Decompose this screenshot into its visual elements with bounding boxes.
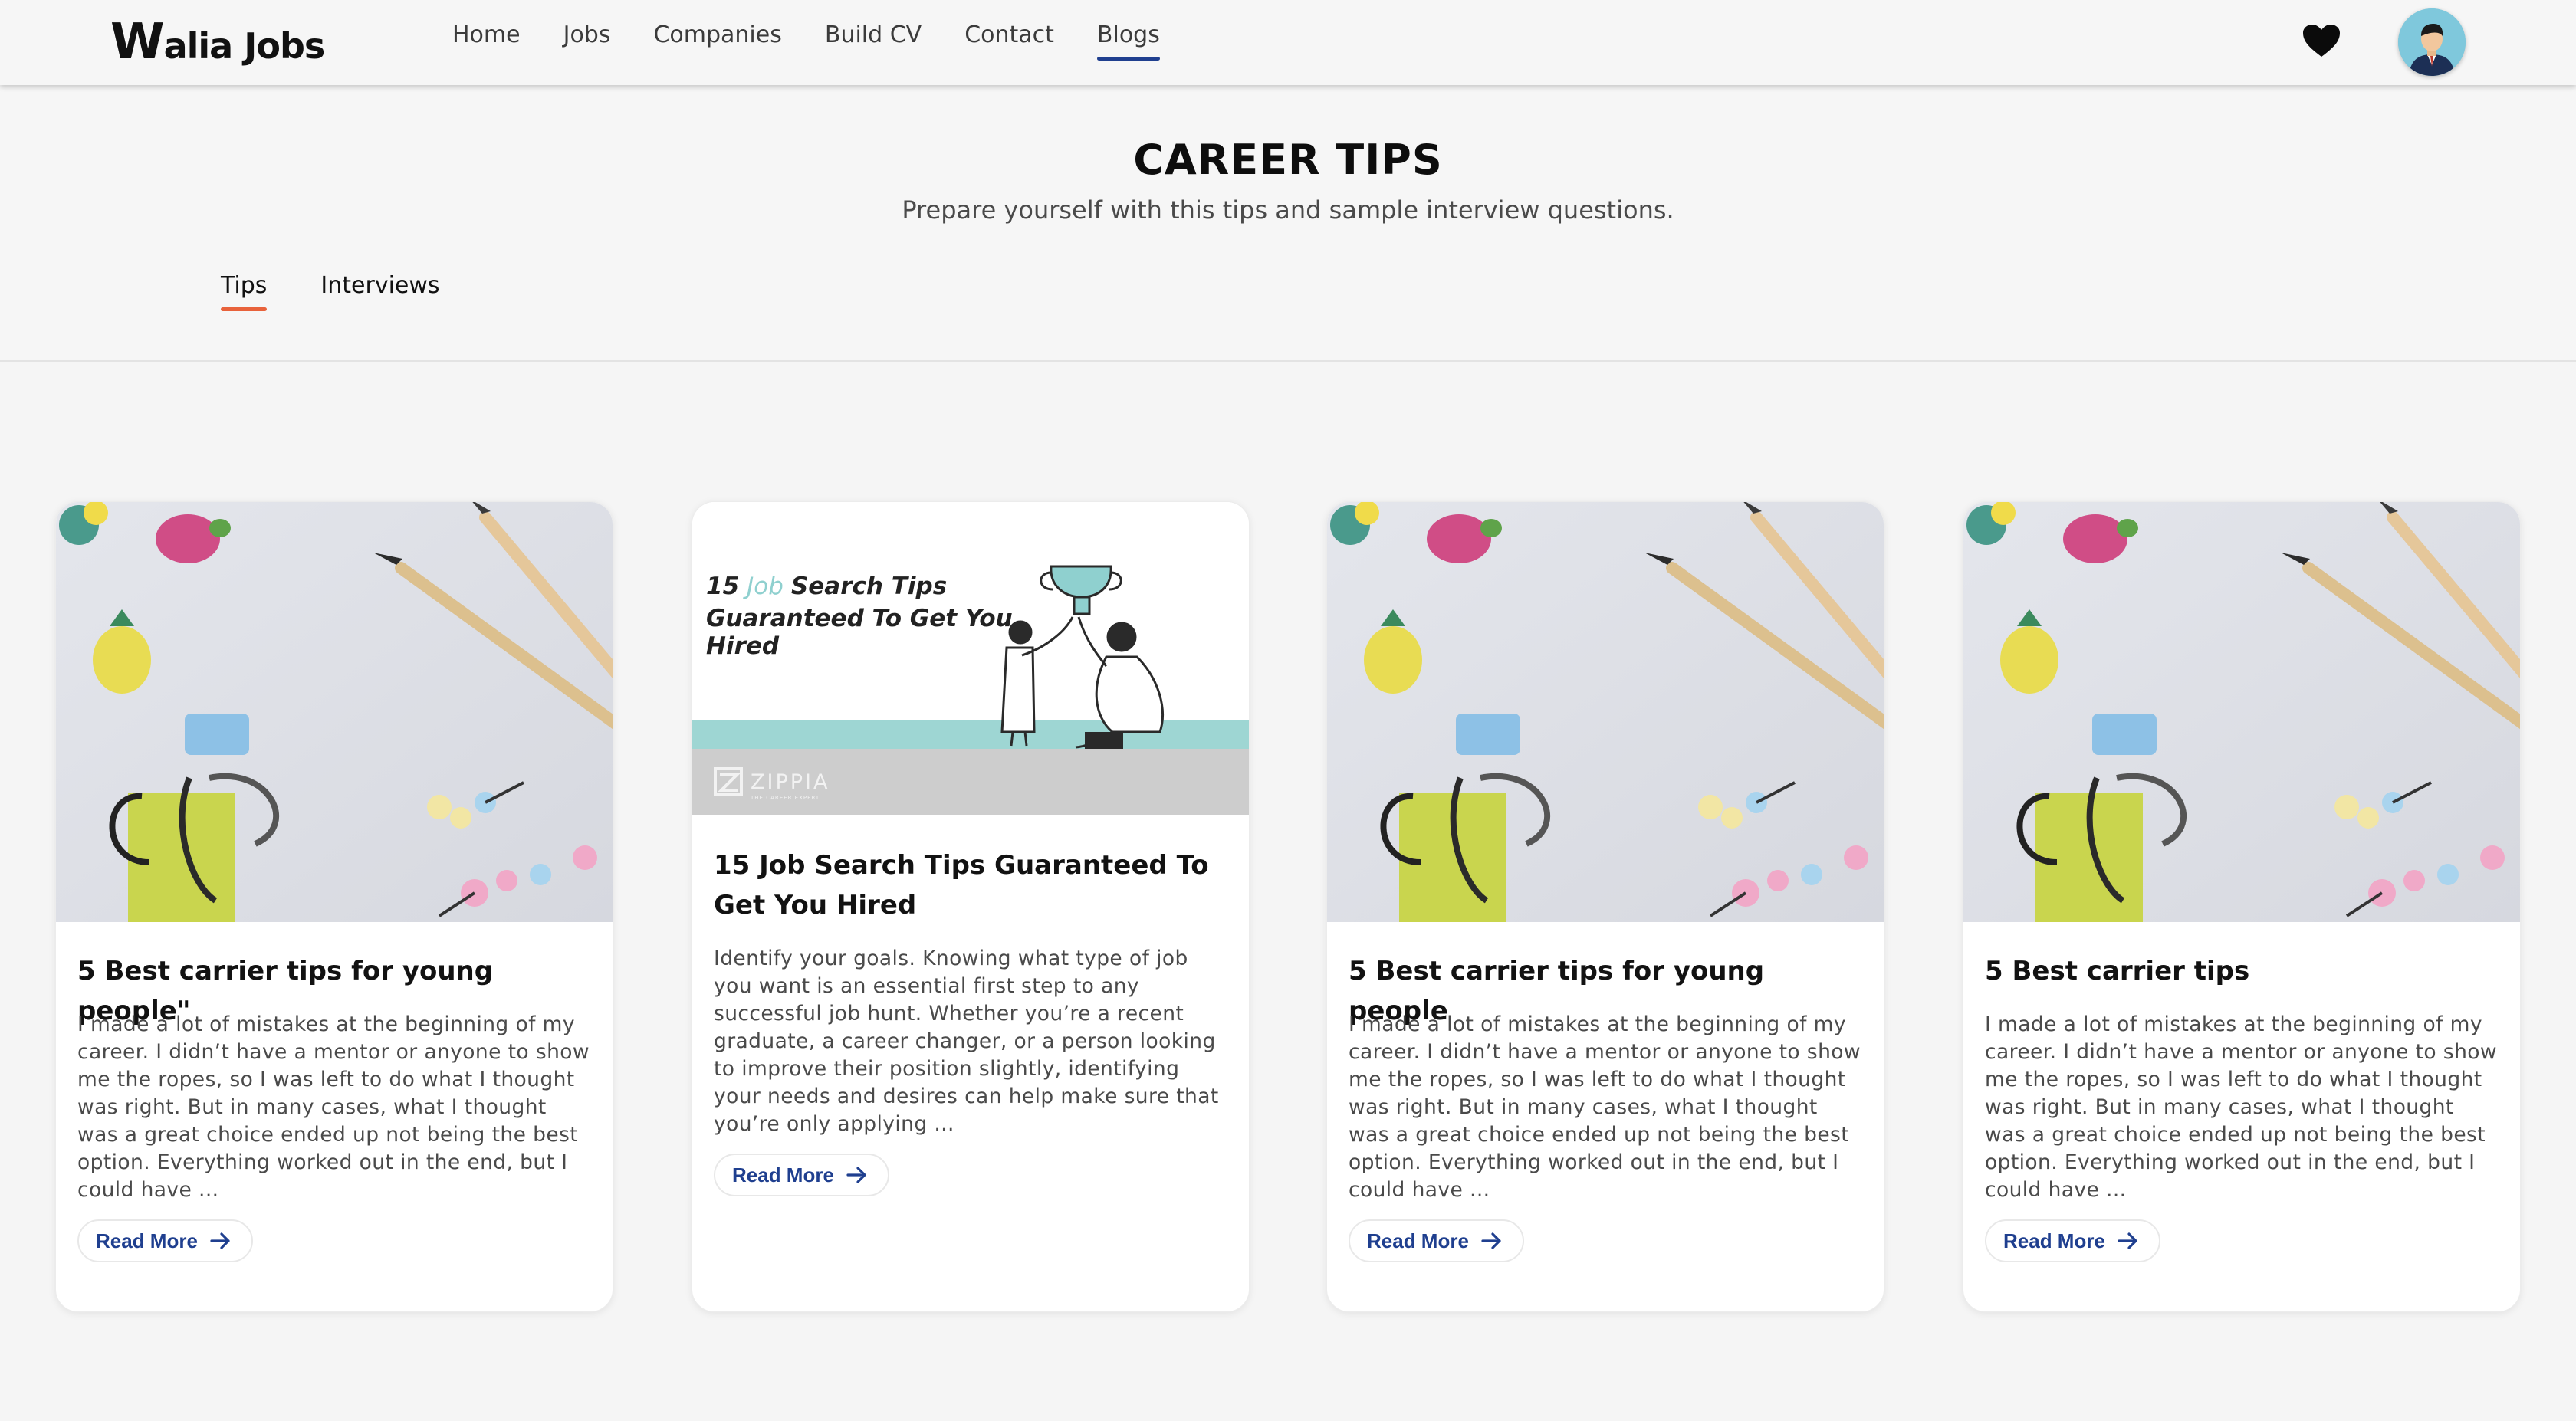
read-more-button[interactable]: Read More [77,1219,253,1262]
top-navbar: Walia Jobs Home Jobs Companies Build CV … [0,0,2576,85]
nav-blogs[interactable]: Blogs [1096,21,1160,61]
main-nav: Home Jobs Companies Build CV Contact Blo… [452,21,1203,61]
avatar-icon [2398,8,2466,76]
card-excerpt: I made a lot of mistakes at the beginnin… [1349,1012,1861,1202]
card-image: 15 Job Search Tips Guaranteed To Get You H… [692,502,1249,815]
card-title[interactable]: 5 Best carrier tips [1985,951,2500,991]
user-avatar[interactable] [2398,8,2466,76]
nav-build-cv[interactable]: Build CV [825,21,922,56]
site-logo[interactable]: Walia Jobs [110,14,326,71]
nav-contact[interactable]: Contact [964,21,1054,56]
page-subtitle: Prepare yourself with this tips and samp… [902,195,1674,225]
read-more-label: Read More [96,1229,198,1252]
card-image [56,502,613,922]
card-excerpt: I made a lot of mistakes at the beginnin… [1985,1012,2497,1202]
read-more-label: Read More [2003,1229,2105,1252]
logo-initial: W [110,14,165,71]
read-more-label: Read More [1367,1229,1469,1252]
tab-tips[interactable]: Tips [221,272,268,311]
page-title: CAREER TIPS [1133,136,1443,184]
card-image [1963,502,2521,922]
blog-card: 5 Best carrier tips for young people" I … [55,501,613,1312]
nav-home[interactable]: Home [452,21,521,56]
banner-brand-tagline: THE CAREER EXPERT [750,795,820,801]
nav-companies[interactable]: Companies [653,21,781,56]
card-excerpt: I made a lot of mistakes at the beginnin… [77,1012,590,1202]
logo-text: alia Jobs [163,25,326,67]
card-image [1327,502,1884,922]
blog-card: 15 Job Search Tips Guaranteed To Get You H… [692,501,1250,1312]
nav-jobs[interactable]: Jobs [564,21,611,56]
banner-line1-rest: Search Tips [791,573,947,600]
blog-card: 5 Best carrier tips I made a lot of mist… [1963,501,2521,1312]
heart-icon[interactable] [2302,23,2341,58]
arrow-right-icon [1481,1232,1501,1249]
arrow-right-icon [2118,1232,2137,1249]
card-title[interactable]: 15 Job Search Tips Guaranteed To Get You… [714,845,1229,925]
read-more-button[interactable]: Read More [714,1154,889,1196]
page-intro: CAREER TIPS Prepare yourself with this t… [0,85,2576,362]
blog-card: 5 Best carrier tips for young people I m… [1326,501,1884,1312]
arrow-right-icon [210,1232,230,1249]
banner-brand: ZIPPIA [751,770,830,794]
banner-line2: Guaranteed To Get You [706,605,1013,632]
content-tabs: Tips Interviews [221,272,494,311]
read-more-button[interactable]: Read More [1349,1219,1524,1262]
card-excerpt: Identify your goals. Knowing what type o… [714,947,1219,1136]
arrow-right-icon [846,1167,866,1183]
banner-job-word: Job [742,573,784,600]
banner-number: 15 [706,573,739,600]
banner-line3: Hired [706,632,780,660]
tab-interviews[interactable]: Interviews [320,272,439,307]
read-more-button[interactable]: Read More [1985,1219,2160,1262]
read-more-label: Read More [732,1163,834,1186]
